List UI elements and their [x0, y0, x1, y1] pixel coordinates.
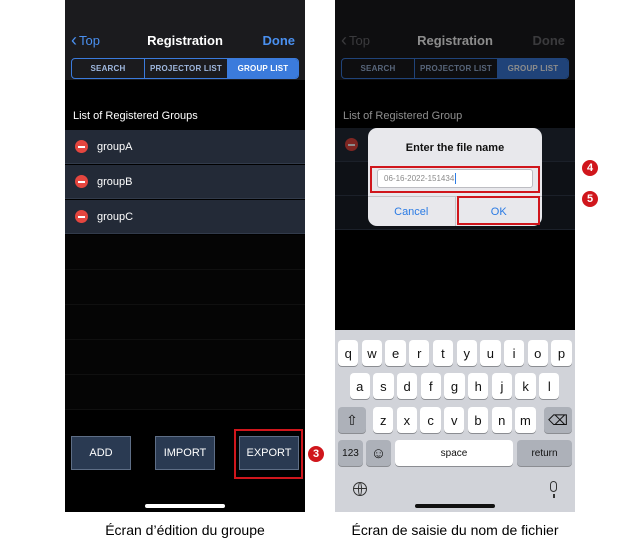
key-g[interactable]: g	[444, 373, 465, 399]
key-e[interactable]: e	[385, 340, 406, 366]
key-p[interactable]: p	[551, 340, 572, 366]
group-name: groupB	[97, 175, 133, 188]
list-item[interactable]: groupA	[65, 130, 305, 164]
key-s[interactable]: s	[373, 373, 394, 399]
back-label: Top	[79, 33, 100, 48]
delete-icon[interactable]	[75, 140, 88, 153]
key-d[interactable]: d	[396, 373, 418, 399]
dialog-title: Enter the file name	[405, 142, 505, 154]
key-k[interactable]: k	[515, 373, 536, 399]
space-key[interactable]: space	[395, 440, 513, 466]
key-n[interactable]: n	[491, 407, 512, 433]
globe-icon[interactable]	[353, 482, 367, 496]
callout-badge: 5	[582, 191, 598, 207]
tab-search[interactable]: SEARCH	[72, 59, 145, 78]
key-a[interactable]: a	[349, 373, 370, 399]
group-name: groupA	[97, 140, 133, 153]
key-h[interactable]: h	[468, 373, 489, 399]
list-item[interactable]: groupB	[65, 165, 305, 199]
home-indicator	[145, 504, 225, 508]
key-x[interactable]: x	[396, 407, 418, 433]
empty-row	[65, 270, 305, 305]
key-q[interactable]: q	[338, 340, 359, 366]
done-button[interactable]: Done	[263, 33, 296, 48]
back-button[interactable]: ‹ Top	[71, 30, 100, 50]
import-button[interactable]: IMPORT	[155, 436, 215, 470]
empty-row	[65, 305, 305, 340]
key-m[interactable]: m	[515, 407, 536, 433]
key-u[interactable]: u	[480, 340, 501, 366]
ok-highlight-box	[457, 196, 540, 225]
key-r[interactable]: r	[409, 340, 430, 366]
input-highlight-box	[370, 166, 540, 193]
empty-row	[65, 340, 305, 375]
chevron-left-icon: ‹	[71, 30, 77, 50]
list-header: List of Registered Groups	[73, 110, 198, 122]
tab-projector-list[interactable]: PROJECTOR LIST	[145, 59, 228, 78]
key-j[interactable]: j	[491, 373, 513, 399]
key-z[interactable]: z	[373, 407, 394, 433]
key-f[interactable]: f	[420, 373, 441, 399]
delete-key[interactable]: ⌫	[544, 407, 572, 433]
keyboard: qwertyuiop asdfghjkl zxcvbnm ⇧ ⌫ 123 ☺ s…	[335, 330, 575, 512]
shift-key[interactable]: ⇧	[338, 407, 366, 433]
callout-badge: 4	[582, 160, 598, 176]
home-indicator	[415, 504, 495, 508]
key-v[interactable]: v	[444, 407, 465, 433]
key-i[interactable]: i	[503, 340, 525, 366]
key-y[interactable]: y	[456, 340, 477, 366]
tab-group-list[interactable]: GROUP LIST	[228, 59, 298, 78]
nav-bar: ‹ Top Registration Done SEARCH PROJECTOR…	[65, 0, 305, 80]
key-b[interactable]: b	[467, 407, 489, 433]
microphone-icon[interactable]	[550, 481, 557, 498]
numbers-key[interactable]: 123	[338, 440, 363, 466]
key-l[interactable]: l	[539, 373, 560, 399]
empty-row	[65, 375, 305, 410]
segmented-control: SEARCH PROJECTOR LIST GROUP LIST	[71, 58, 299, 79]
export-highlight-box	[234, 429, 303, 479]
return-key[interactable]: return	[517, 440, 572, 466]
key-t[interactable]: t	[432, 340, 454, 366]
file-name-screen: ‹ Top Registration Done SEARCH PROJECTOR…	[335, 0, 575, 512]
list-item[interactable]: groupC	[65, 200, 305, 234]
cancel-button[interactable]: Cancel	[368, 197, 456, 226]
delete-icon[interactable]	[75, 210, 88, 223]
key-w[interactable]: w	[361, 340, 383, 366]
empty-row	[65, 235, 305, 270]
caption-left: Écran d’édition du groupe	[105, 522, 265, 538]
callout-badge: 3	[308, 446, 324, 462]
key-c[interactable]: c	[420, 407, 441, 433]
caption-right: Écran de saisie du nom de fichier	[351, 522, 559, 538]
key-o[interactable]: o	[527, 340, 548, 366]
emoji-key[interactable]: ☺	[366, 440, 391, 466]
group-name: groupC	[97, 210, 134, 223]
add-button[interactable]: ADD	[71, 436, 131, 470]
delete-icon[interactable]	[75, 175, 88, 188]
